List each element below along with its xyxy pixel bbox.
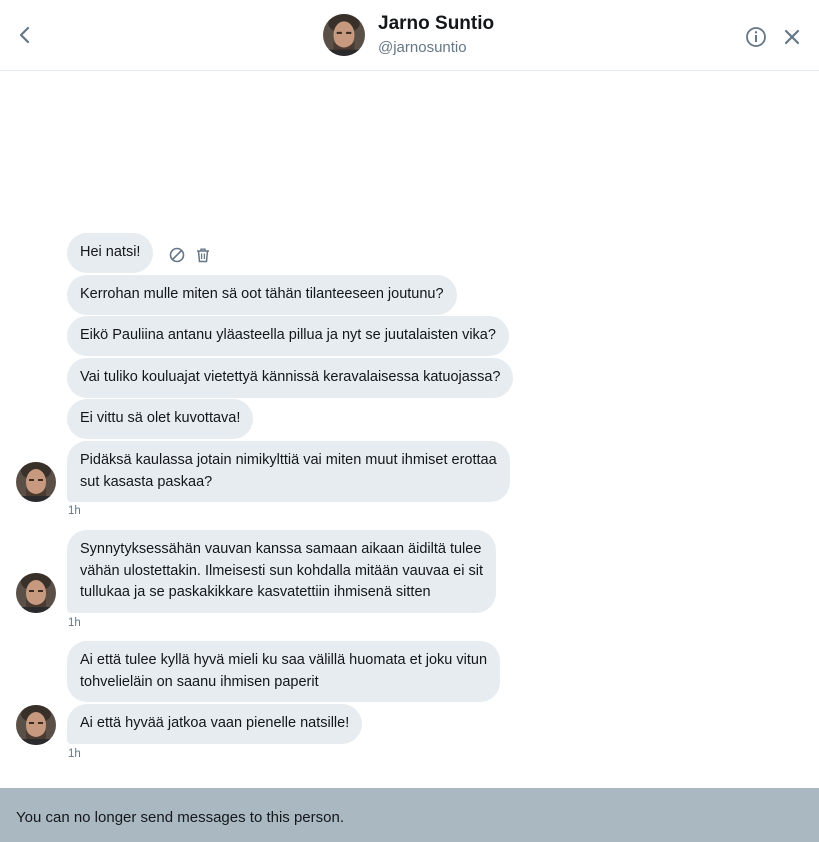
message-bubble[interactable]: Vai tuliko kouluajat vietettyä kännissä … [67, 358, 514, 398]
message-bubble[interactable]: Ei vittu sä olet kuvottava! [67, 399, 254, 439]
contact-handle: @jarnosuntio [378, 39, 467, 56]
message-text-line: Synnytyksessähän vauvan kanssa samaan ai… [80, 541, 482, 557]
message-bubble[interactable]: Ai että hyvää jatkoa vaan pienelle natsi… [67, 704, 363, 744]
delete-button[interactable] [194, 246, 212, 264]
close-icon [784, 29, 800, 45]
message-text: Eikö Pauliina antanu yläasteella pillua … [80, 327, 496, 343]
block-button[interactable] [168, 246, 186, 264]
message-text: Hei natsi! [80, 244, 141, 260]
trash-icon [197, 248, 209, 263]
message-text-line: vähän ulostettakin. Ilmeisesti sun kohda… [80, 562, 483, 579]
message-text-line: tohvelieläin on saanu ihmisen paperit [80, 673, 319, 690]
message-bubble[interactable]: Synnytyksessähän vauvan kanssa samaan ai… [67, 530, 496, 613]
contact-name[interactable]: Jarno Suntio [378, 13, 494, 35]
message-bubble[interactable]: Eikö Pauliina antanu yläasteella pillua … [67, 316, 509, 356]
message-text: Ai että hyvää jatkoa vaan pienelle natsi… [80, 715, 350, 731]
header-avatar[interactable] [323, 14, 365, 56]
conversation-header: Jarno Suntio @jarnosuntio [0, 0, 819, 71]
blocked-notice-text: You can no longer send messages to this … [16, 809, 344, 826]
sender-avatar[interactable] [16, 573, 56, 613]
message-timestamp: 1h [68, 748, 81, 760]
message-text: Ei vittu sä olet kuvottava! [80, 410, 241, 426]
sender-avatar[interactable] [16, 705, 56, 745]
message-timestamp: 1h [68, 505, 81, 517]
message-text-line: Pidäksä kaulassa jotain nimikylttiä vai … [80, 452, 497, 468]
message-text: Kerrohan mulle miten sä oot tähän tilant… [80, 286, 444, 302]
sender-avatar[interactable] [16, 462, 56, 502]
back-button[interactable] [12, 22, 38, 48]
message-bubble[interactable]: Ai että tulee kyllä hyvä mieli ku saa vä… [67, 641, 501, 702]
message-text-line: sut kasasta paskaa? [80, 473, 213, 490]
message-thread: Hei natsi! Kerrohan mulle miten sä oot t… [0, 71, 819, 788]
chevron-left-icon [19, 26, 30, 44]
message-text-line: tullukaa ja se paskakikkare kasvatettiin… [80, 584, 431, 600]
blocked-notice-bar: You can no longer send messages to this … [0, 788, 819, 842]
message-bubble[interactable]: Pidäksä kaulassa jotain nimikylttiä vai … [67, 441, 510, 502]
message-text: Vai tuliko kouluajat vietettyä kännissä … [80, 369, 501, 385]
info-button[interactable] [744, 25, 768, 49]
message-timestamp: 1h [68, 617, 81, 629]
message-text-line: Ai että tulee kyllä hyvä mieli ku saa vä… [80, 652, 488, 668]
message-bubble[interactable]: Kerrohan mulle miten sä oot tähän tilant… [67, 275, 457, 315]
close-button[interactable] [781, 26, 803, 48]
message-bubble[interactable]: Hei natsi! [67, 233, 154, 273]
info-icon [746, 27, 766, 47]
block-icon [169, 247, 185, 263]
